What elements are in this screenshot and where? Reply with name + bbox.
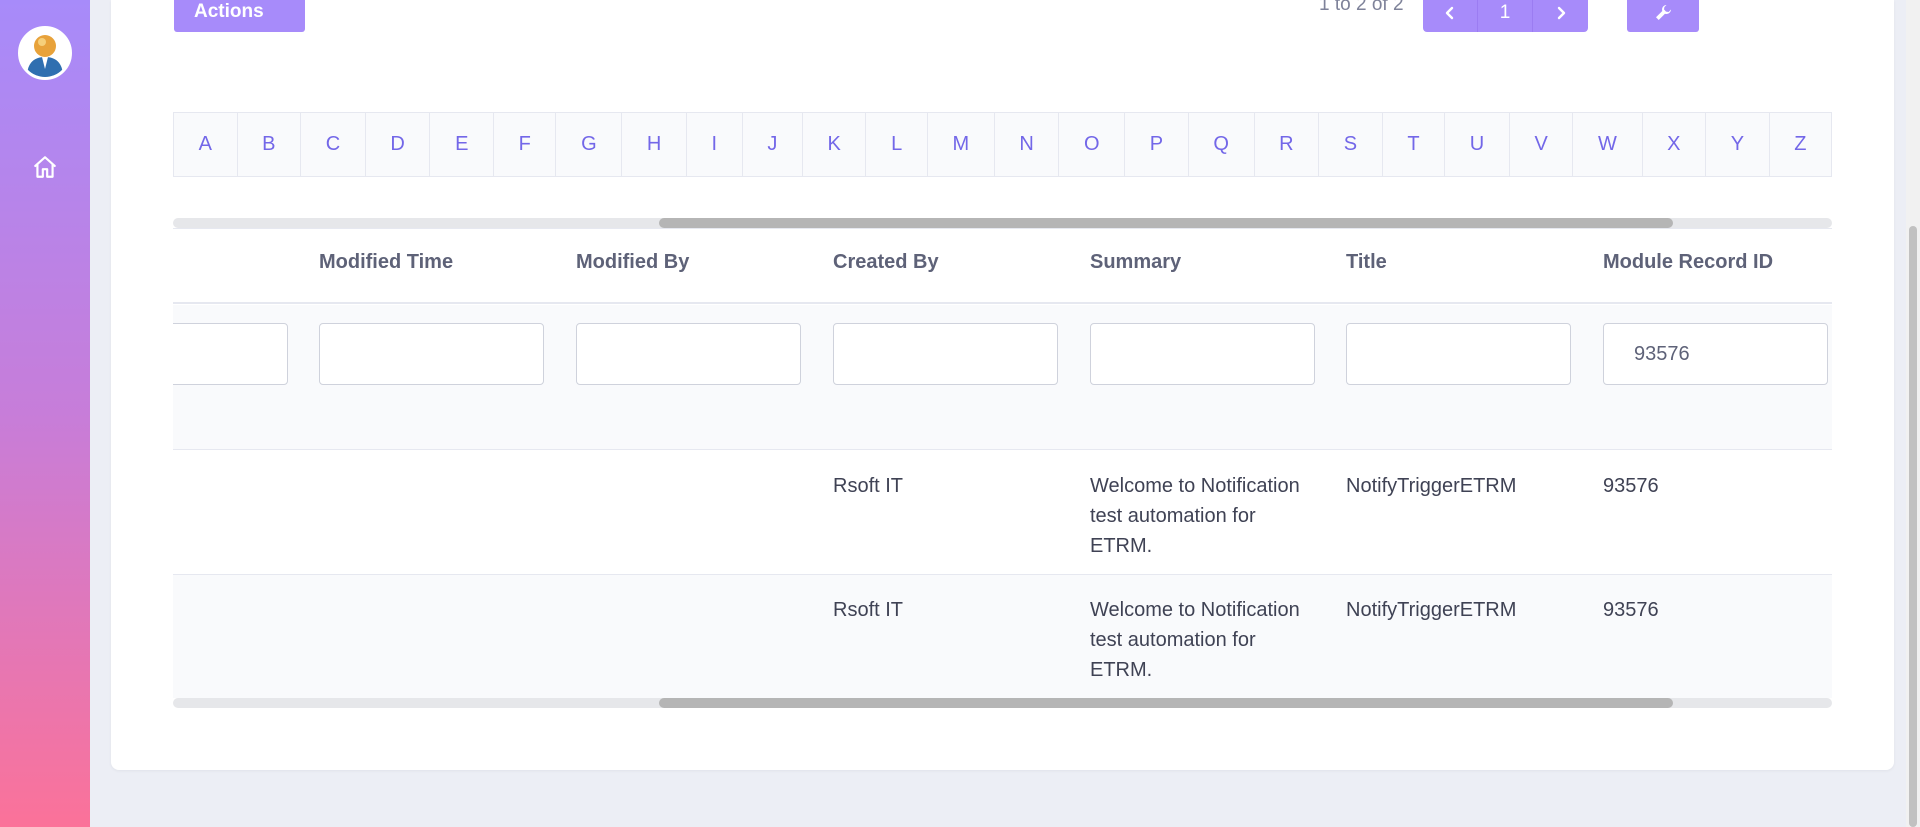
column-header[interactable]: Modified By <box>576 251 689 274</box>
vertical-scrollbar[interactable] <box>1906 0 1920 827</box>
user-icon <box>27 35 63 77</box>
alphabet-letter-v[interactable]: V <box>1510 113 1574 176</box>
alphabet-letter-n[interactable]: N <box>995 113 1060 176</box>
module-record-id-cell: 93576 <box>1603 599 1659 621</box>
pagination-info: 1 to 2 of 2 <box>1319 0 1404 15</box>
records-table: Modified Time Modified By Created By Sum… <box>173 228 1832 698</box>
sidebar <box>0 0 90 827</box>
scrollbar-thumb[interactable] <box>659 698 1673 708</box>
filter-input[interactable] <box>173 323 288 385</box>
summary-cell: Welcome to Notification test automation … <box>1090 475 1300 557</box>
prev-page-button[interactable] <box>1423 0 1478 32</box>
alphabet-letter-c[interactable]: C <box>301 113 366 176</box>
alphabet-letter-f[interactable]: F <box>494 113 557 176</box>
filter-row <box>173 305 1832 450</box>
alphabet-letter-h[interactable]: H <box>622 113 687 176</box>
alphabet-letter-o[interactable]: O <box>1059 113 1126 176</box>
alphabet-letter-x[interactable]: X <box>1643 113 1707 176</box>
alphabet-letter-a[interactable]: A <box>174 113 238 176</box>
column-header[interactable]: Summary <box>1090 251 1181 274</box>
alphabet-letter-r[interactable]: R <box>1255 113 1320 176</box>
created-by-filter[interactable] <box>833 323 1058 385</box>
alphabet-letter-i[interactable]: I <box>687 113 743 176</box>
modified-by-filter[interactable] <box>576 323 801 385</box>
title-cell[interactable]: NotifyTriggerETRM <box>1346 471 1516 501</box>
column-header[interactable]: Modified Time <box>319 251 453 274</box>
alphabet-filter: ABCDEFGHIJKLMNOPQRSTUVWXYZ <box>173 112 1832 177</box>
table-row[interactable]: Rsoft IT Welcome to Notification test au… <box>173 451 1832 575</box>
alphabet-letter-j[interactable]: J <box>743 113 803 176</box>
created-by-cell: Rsoft IT <box>833 599 904 621</box>
module-record-id-filter[interactable] <box>1603 323 1828 385</box>
table-row[interactable]: Rsoft IT Welcome to Notification test au… <box>173 575 1832 698</box>
horizontal-scrollbar-bottom[interactable] <box>173 698 1832 708</box>
summary-cell: Welcome to Notification test automation … <box>1090 599 1300 681</box>
alphabet-letter-u[interactable]: U <box>1445 113 1510 176</box>
alphabet-letter-g[interactable]: G <box>556 113 623 176</box>
next-page-button[interactable] <box>1533 0 1588 32</box>
pagination: 1 <box>1423 0 1588 32</box>
summary-filter[interactable] <box>1090 323 1315 385</box>
page-number-button[interactable]: 1 <box>1478 0 1533 32</box>
home-icon[interactable] <box>32 154 58 180</box>
alphabet-letter-m[interactable]: M <box>928 113 995 176</box>
actions-button[interactable]: Actions <box>174 0 305 32</box>
list-view-card: Actions 1 to 2 of 2 1 ABCDEFGHIJKLMNOPQR… <box>111 0 1894 770</box>
title-cell[interactable]: NotifyTriggerETRM <box>1346 595 1516 625</box>
alphabet-letter-w[interactable]: W <box>1573 113 1643 176</box>
alphabet-letter-b[interactable]: B <box>238 113 302 176</box>
title-filter[interactable] <box>1346 323 1571 385</box>
alphabet-letter-p[interactable]: P <box>1125 113 1189 176</box>
column-header[interactable]: Module Record ID <box>1603 251 1773 274</box>
alphabet-letter-d[interactable]: D <box>366 113 431 176</box>
tools-button[interactable] <box>1627 0 1699 32</box>
horizontal-scrollbar-top[interactable] <box>173 218 1832 228</box>
modified-time-filter[interactable] <box>319 323 544 385</box>
table-header: Modified Time Modified By Created By Sum… <box>173 229 1832 304</box>
column-header[interactable]: Created By <box>833 251 939 274</box>
alphabet-letter-l[interactable]: L <box>866 113 928 176</box>
alphabet-letter-y[interactable]: Y <box>1706 113 1770 176</box>
alphabet-letter-t[interactable]: T <box>1383 113 1446 176</box>
alphabet-letter-k[interactable]: K <box>803 113 867 176</box>
module-record-id-cell: 93576 <box>1603 475 1659 497</box>
scrollbar-thumb[interactable] <box>659 218 1673 228</box>
created-by-cell: Rsoft IT <box>833 475 904 497</box>
user-avatar[interactable] <box>18 26 72 80</box>
scrollbar-thumb[interactable] <box>1909 226 1917 827</box>
alphabet-letter-z[interactable]: Z <box>1770 113 1831 176</box>
wrench-icon <box>1656 5 1671 20</box>
alphabet-letter-q[interactable]: Q <box>1189 113 1255 176</box>
alphabet-letter-e[interactable]: E <box>430 113 495 176</box>
chevron-right-icon <box>1557 6 1565 20</box>
chevron-left-icon <box>1445 6 1454 20</box>
column-header[interactable]: Title <box>1346 251 1387 274</box>
alphabet-letter-s[interactable]: S <box>1319 113 1383 176</box>
